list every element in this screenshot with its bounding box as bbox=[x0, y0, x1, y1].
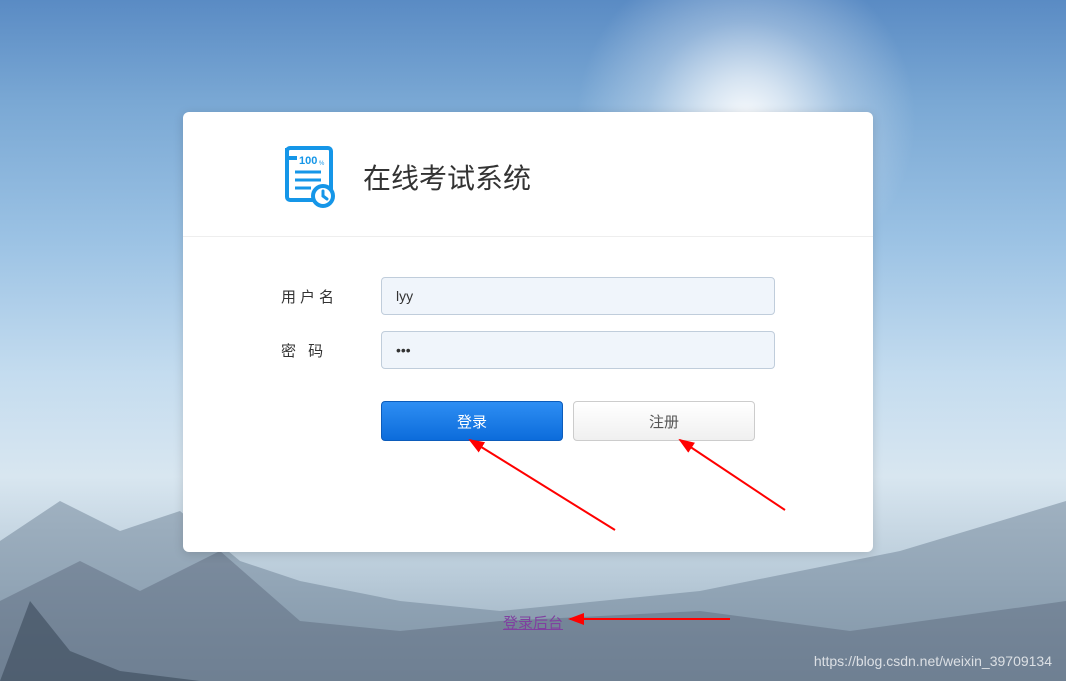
exam-logo-icon: 100 % bbox=[281, 146, 337, 208]
watermark-text: https://blog.csdn.net/weixin_39709134 bbox=[814, 653, 1052, 669]
register-button[interactable]: 注册 bbox=[573, 401, 755, 441]
password-label: 密 码 bbox=[281, 340, 381, 361]
username-label: 用户名 bbox=[281, 286, 381, 307]
login-button[interactable]: 登录 bbox=[381, 401, 563, 441]
panel-header: 100 % 在线考试系统 bbox=[183, 112, 873, 237]
password-input[interactable] bbox=[381, 331, 775, 369]
svg-text:%: % bbox=[319, 161, 325, 167]
page-title: 在线考试系统 bbox=[363, 157, 531, 197]
username-row: 用户名 bbox=[281, 277, 775, 315]
svg-text:100: 100 bbox=[299, 155, 317, 167]
login-panel: 100 % 在线考试系统 用户名 密 码 登录 注册 bbox=[183, 112, 873, 552]
button-row: 登录 注册 bbox=[281, 401, 775, 441]
backend-login-link[interactable]: 登录后台 bbox=[503, 615, 563, 632]
username-input[interactable] bbox=[381, 277, 775, 315]
backend-link-container: 登录后台 bbox=[0, 612, 1066, 633]
password-row: 密 码 bbox=[281, 331, 775, 369]
login-form: 用户名 密 码 登录 注册 bbox=[183, 237, 873, 441]
